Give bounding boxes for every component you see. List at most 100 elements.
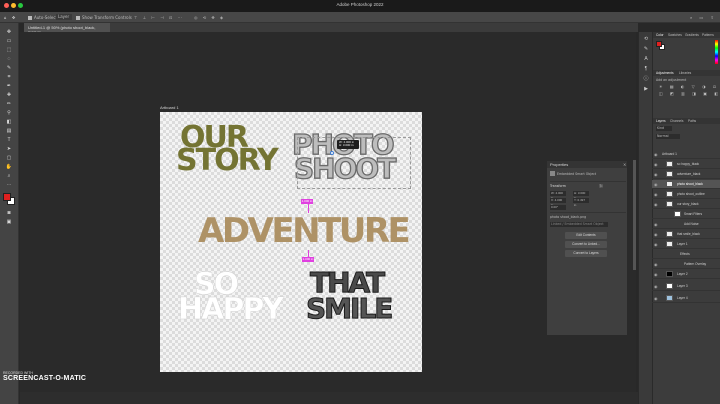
document-tab[interactable]: Untitled-1 @ 50% (photo shoot_black, RGB…: [24, 23, 110, 35]
clone-stamp-tool-icon[interactable]: ⚲: [3, 109, 15, 117]
history-icon[interactable]: ⟲: [642, 36, 650, 42]
convert-to-layers-button[interactable]: Convert to Layers: [565, 250, 607, 257]
foreground-color-swatch[interactable]: [3, 193, 11, 201]
screen-mode-icon[interactable]: ▣: [3, 218, 15, 226]
smile-text-art[interactable]: SMILE: [305, 294, 393, 323]
align-icons[interactable]: ⊤ ⊥ ⊢ ⊣ ⊡ ⋯: [134, 15, 184, 20]
layer-row[interactable]: ◉ Layer 3: [652, 282, 720, 291]
actions-icon[interactable]: ▶: [642, 86, 650, 92]
3d-mode-icons[interactable]: ◎ ⟲ ✥ ◈: [194, 15, 225, 20]
hue-slider[interactable]: [715, 40, 718, 64]
layer-kind-filter[interactable]: Kind: [656, 126, 672, 131]
quick-select-tool-icon[interactable]: ✎: [3, 64, 15, 72]
layer-row-selected[interactable]: ◉ photo shoot_black: [652, 180, 720, 189]
edit-contents-button[interactable]: Edit Contents: [565, 232, 607, 239]
panel-scrollbar[interactable]: [633, 160, 636, 270]
tab-swatches[interactable]: Swatches: [668, 33, 682, 37]
layer-dropdown[interactable]: Layer: [56, 14, 72, 20]
adjustment-icons[interactable]: ☀ ▦ ◐ ▽ ◑ ⚖ ▩: [659, 84, 720, 89]
angle-field[interactable]: 0.00°: [550, 205, 566, 210]
visibility-eye-icon[interactable]: ◉: [654, 152, 658, 157]
width-field[interactable]: W: 4.000 in: [550, 191, 566, 200]
panel-close-icon[interactable]: ×: [623, 162, 626, 167]
layer-row[interactable]: ◉ our story_black: [652, 200, 720, 209]
quick-mask-icon[interactable]: ◙: [3, 209, 15, 217]
more-tools-icon[interactable]: ⋯: [3, 181, 15, 189]
panel-icon-strip: ⟲ ✎ A ¶ ⓘ ▶: [638, 32, 652, 404]
healing-brush-tool-icon[interactable]: ✚: [3, 91, 15, 99]
eyedropper-tool-icon[interactable]: ✒: [3, 82, 15, 90]
brush-settings-icon[interactable]: ✎: [642, 46, 650, 52]
show-transform-checkbox[interactable]: [76, 16, 80, 20]
tab-channels[interactable]: Channels: [670, 119, 683, 123]
visibility-eye-icon[interactable]: ◉: [654, 192, 658, 197]
layer-row[interactable]: ◉ Add Noise: [652, 220, 720, 229]
adjustment-icons-row2[interactable]: ◫ ◩ ▥ ◨ ▣ ◧: [659, 91, 720, 96]
happy-text-art[interactable]: HAPPY: [178, 295, 284, 325]
smart-guide-distance: 1.000 in: [301, 199, 313, 204]
visibility-eye-icon[interactable]: ◉: [654, 232, 658, 237]
layer-row[interactable]: ◉ so happy_black: [652, 160, 720, 169]
tab-gradients[interactable]: Gradients: [685, 33, 699, 37]
visibility-eye-icon[interactable]: ◉: [654, 242, 658, 247]
convert-to-linked-button[interactable]: Convert to Linked...: [565, 241, 607, 248]
layer-row[interactable]: Effects: [652, 250, 720, 259]
artboard-tool-icon[interactable]: ▭: [3, 37, 15, 45]
layer-row[interactable]: ◉ Layer 2: [652, 270, 720, 279]
visibility-eye-icon[interactable]: ◉: [654, 222, 658, 227]
layer-row[interactable]: ◉ Layer 4: [652, 294, 720, 303]
transform-reference-point[interactable]: [330, 151, 334, 155]
gradient-tool-icon[interactable]: ▤: [3, 127, 15, 135]
tab-libraries[interactable]: Libraries: [679, 71, 691, 75]
rectangle-tool-icon[interactable]: ▢: [3, 154, 15, 162]
layer-row[interactable]: ◉ photo shoot_outline: [652, 190, 720, 199]
lasso-tool-icon[interactable]: ◌: [3, 55, 15, 63]
brush-tool-icon[interactable]: ✏: [3, 100, 15, 108]
blend-mode-dropdown[interactable]: Normal: [656, 134, 680, 139]
panel-foreground-swatch[interactable]: [656, 41, 662, 47]
character-icon[interactable]: A: [642, 56, 650, 62]
adventure-text-art[interactable]: ADVENTURE: [198, 214, 411, 248]
path-select-tool-icon[interactable]: ➤: [3, 145, 15, 153]
artboard-label[interactable]: Artboard 1: [160, 105, 179, 110]
visibility-eye-icon[interactable]: ◉: [654, 262, 658, 267]
tab-paths[interactable]: Paths: [688, 119, 696, 123]
move-tool-icon[interactable]: ✥: [12, 15, 15, 20]
paragraph-icon[interactable]: ¶: [642, 66, 650, 72]
y-field[interactable]: Y: 0.497 in: [573, 198, 589, 207]
height-field[interactable]: H: 3.000 in: [573, 191, 589, 200]
visibility-eye-icon[interactable]: ◉: [654, 172, 658, 177]
marquee-tool-icon[interactable]: ⬚: [3, 46, 15, 54]
type-tool-icon[interactable]: T: [3, 136, 15, 144]
layer-row[interactable]: ◉ Pattern Overlay: [652, 260, 720, 269]
eraser-tool-icon[interactable]: ◧: [3, 118, 15, 126]
layer-row[interactable]: Smart Filters: [652, 210, 720, 219]
crop-tool-icon[interactable]: ⌗: [3, 73, 15, 81]
auto-select-checkbox[interactable]: [28, 16, 32, 20]
visibility-eye-icon[interactable]: ◉: [654, 162, 658, 167]
home-icon[interactable]: ⌂: [4, 15, 7, 20]
visibility-eye-icon[interactable]: ◉: [654, 182, 658, 187]
tab-adjustments[interactable]: Adjustments: [656, 71, 674, 75]
visibility-eye-icon[interactable]: ◉: [654, 202, 658, 207]
x-field[interactable]: X: 4.000 in: [550, 198, 566, 207]
search-icon[interactable]: ⌕ ▭ ⇪: [690, 15, 717, 20]
hand-tool-icon[interactable]: ✋: [3, 163, 15, 171]
link-dimensions-icon[interactable]: ⛓: [599, 184, 603, 188]
tab-patterns[interactable]: Patterns: [702, 33, 714, 37]
zoom-tool-icon[interactable]: ⌕: [3, 172, 15, 180]
move-tool-icon[interactable]: ✥: [3, 28, 15, 36]
story-text-art[interactable]: STORY: [176, 146, 279, 176]
layer-row[interactable]: ◉ Artboard 1: [652, 150, 720, 159]
info-icon[interactable]: ⓘ: [642, 76, 650, 82]
visibility-eye-icon[interactable]: ◉: [654, 296, 658, 301]
show-transform-label: Show Transform Controls: [82, 15, 132, 20]
visibility-eye-icon[interactable]: ◉: [654, 284, 658, 289]
transform-section-label: Transform: [550, 184, 566, 188]
layer-row[interactable]: ◉ that smile_black: [652, 230, 720, 239]
tab-color[interactable]: Color: [656, 33, 664, 37]
layer-row[interactable]: ◉ Layer 1: [652, 240, 720, 249]
layer-row[interactable]: ◉ adventure_black: [652, 170, 720, 179]
tab-layers[interactable]: Layers: [656, 119, 666, 123]
visibility-eye-icon[interactable]: ◉: [654, 272, 658, 277]
